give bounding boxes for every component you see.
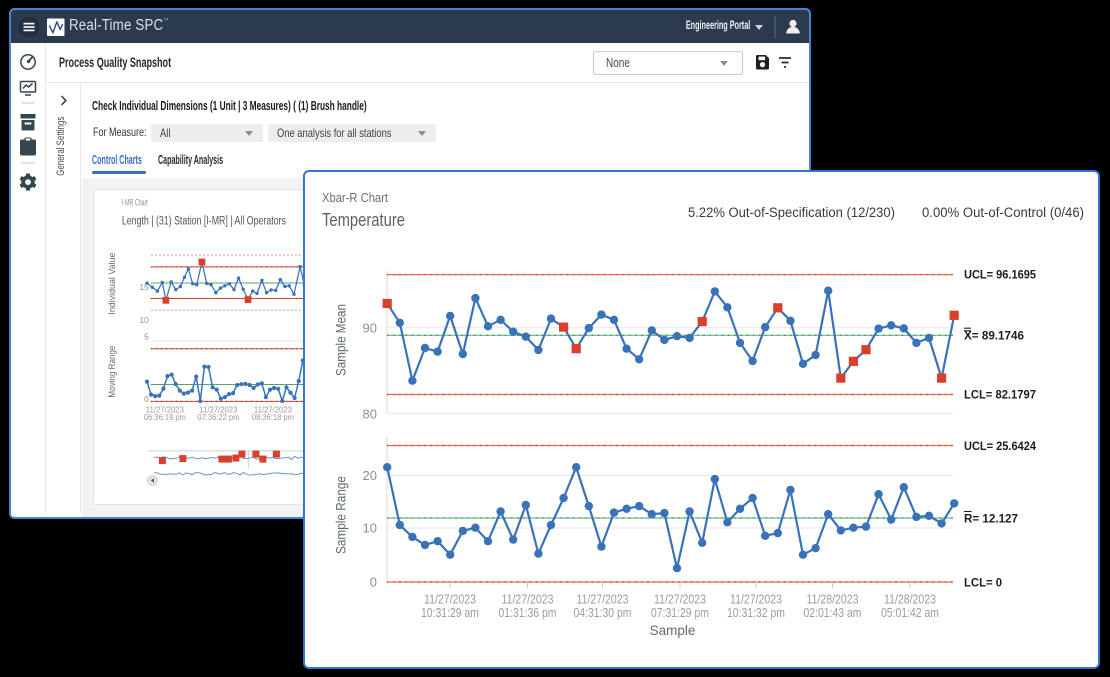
svg-text:04:31:30 pm: 04:31:30 pm [574, 606, 632, 620]
svg-text:20: 20 [363, 468, 377, 483]
svg-text:08:36:18 pm: 08:36:18 pm [252, 412, 294, 422]
svg-text:I-MR Chart: I-MR Chart [122, 198, 148, 208]
svg-text:15: 15 [139, 282, 149, 292]
svg-text:Moving Range: Moving Range [107, 346, 117, 398]
svg-text:11/27/2023: 11/27/2023 [502, 593, 554, 607]
svg-text:0: 0 [370, 575, 377, 590]
svg-text:0: 0 [144, 394, 149, 404]
svg-text:Xbar-R Chart: Xbar-R Chart [322, 190, 388, 205]
svg-text:10:31:29 am: 10:31:29 am [421, 606, 479, 620]
svg-text:01:31:36 pm: 01:31:36 pm [499, 606, 557, 620]
svg-text:05:01:42 am: 05:01:42 am [881, 606, 939, 620]
svg-text:11/27/2023: 11/27/2023 [730, 593, 782, 607]
svg-text:10: 10 [363, 521, 377, 536]
svg-text:Sample Range: Sample Range [334, 476, 349, 554]
svg-text:11/27/2023: 11/27/2023 [654, 593, 706, 607]
svg-text:90: 90 [363, 321, 377, 336]
svg-text:0.00% Out-of-Control (0/46): 0.00% Out-of-Control (0/46) [922, 205, 1084, 220]
svg-text:07:31:29 pm: 07:31:29 pm [651, 606, 709, 620]
svg-text:07:36:22 pm: 07:36:22 pm [197, 412, 239, 422]
svg-text:R= 12.127: R= 12.127 [964, 511, 1018, 525]
svg-text:5: 5 [144, 332, 149, 342]
svg-text:Individual Value: Individual Value [107, 253, 117, 315]
svg-text:Sample: Sample [650, 623, 696, 638]
svg-text:11/28/2023: 11/28/2023 [807, 593, 859, 607]
svg-text:11/28/2023: 11/28/2023 [884, 593, 936, 607]
svg-text:11/27/2023: 11/27/2023 [424, 593, 476, 607]
svg-text:10: 10 [139, 315, 149, 325]
svg-text:X= 89.1746: X= 89.1746 [964, 329, 1024, 343]
svg-text:LCL= 82.1797: LCL= 82.1797 [964, 388, 1036, 402]
svg-text:11/27/2023: 11/27/2023 [577, 593, 629, 607]
svg-text:UCL= 96.1695: UCL= 96.1695 [964, 268, 1036, 282]
svg-text:LCL= 0: LCL= 0 [964, 575, 1002, 589]
svg-text:UCL= 25.6424: UCL= 25.6424 [964, 439, 1036, 453]
svg-text:06:36:19 pm: 06:36:19 pm [144, 412, 186, 422]
svg-text:10:31:32 pm: 10:31:32 pm [727, 606, 785, 620]
svg-text:80: 80 [363, 406, 377, 421]
svg-text:5.22% Out-of-Specification (12: 5.22% Out-of-Specification (12/230) [688, 205, 895, 220]
svg-text:General Settings: General Settings [55, 116, 67, 175]
svg-text:Sample Mean: Sample Mean [334, 304, 349, 376]
svg-text:Temperature: Temperature [322, 209, 405, 230]
svg-text:02:01:43 am: 02:01:43 am [804, 606, 862, 620]
svg-text:Length | (31) Station [I-MR] |: Length | (31) Station [I-MR] | All Opera… [122, 216, 286, 228]
